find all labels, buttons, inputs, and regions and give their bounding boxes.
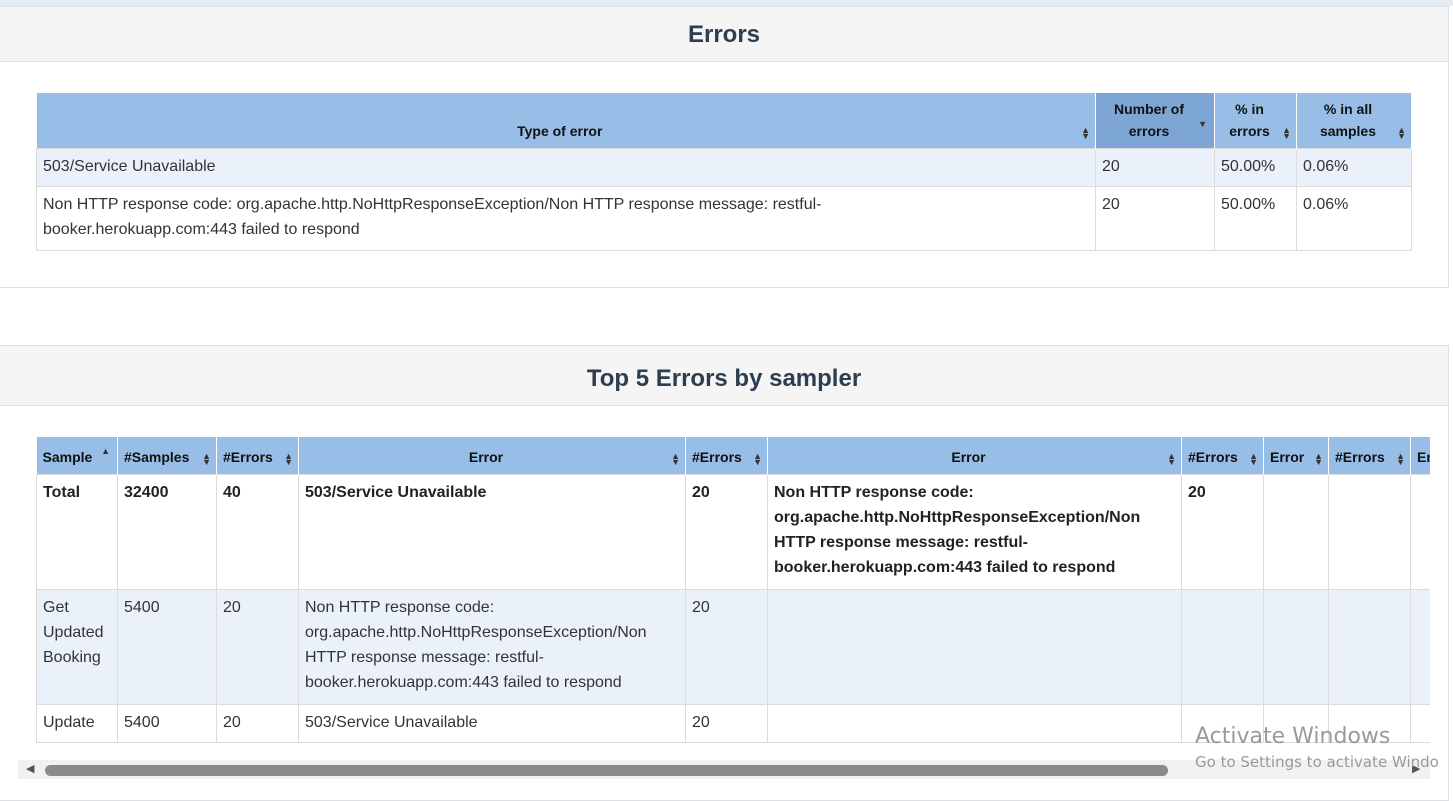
col-error-4[interactable]: Er	[1410, 437, 1430, 474]
sort-icon: ▲ ▼	[671, 450, 680, 467]
error-cell	[1263, 588, 1329, 705]
pct-samples-cell: 0.06%	[1296, 185, 1412, 251]
table-row: Total 32400 40 503/Service Unavailable 2…	[36, 473, 1430, 590]
col-sample[interactable]: Sample ▲	[36, 437, 118, 474]
top5-table-scroll[interactable]: Sample ▲ #Samples ▲ ▼ #Errors ▲ ▼ Error ▲ ▼	[36, 437, 1430, 743]
errors-cell: 40	[216, 473, 299, 590]
col-error-2[interactable]: Error ▲ ▼	[767, 437, 1182, 474]
col-number-of-errors[interactable]: Number of errors ▼	[1095, 93, 1215, 148]
sort-icon: ▲ ▼	[1249, 450, 1258, 467]
col-error-1[interactable]: Error ▲ ▼	[298, 437, 686, 474]
errors-panel-title: Errors	[0, 7, 1448, 62]
errors-table: Type of error ▲ ▼ Number of errors ▼ % in…	[36, 93, 1412, 251]
errors-panel: Errors Type of error ▲ ▼ Number of errors…	[0, 6, 1449, 288]
table-row: Non HTTP response code: org.apache.http.…	[36, 185, 1412, 251]
error-cell: 503/Service Unavailable	[298, 703, 686, 743]
pct-errors-cell: 50.00%	[1214, 185, 1297, 251]
samples-cell: 5400	[117, 588, 217, 705]
sort-icon: ▲ ▼	[1397, 124, 1406, 141]
errors-count-cell: 20	[685, 588, 768, 705]
col-errors-1[interactable]: #Errors ▲ ▼	[685, 437, 768, 474]
error-count-cell: 20	[1095, 185, 1215, 251]
sort-icon: ▲ ▼	[1314, 450, 1323, 467]
errors-count-cell	[1181, 588, 1264, 705]
pct-samples-cell: 0.06%	[1296, 147, 1412, 187]
sort-asc-icon: ▲	[101, 445, 110, 456]
sort-icon: ▲ ▼	[753, 450, 762, 467]
table-row: Get Updated Booking 5400 20 Non HTTP res…	[36, 588, 1430, 705]
error-cell	[767, 588, 1182, 705]
col-type-of-error[interactable]: Type of error ▲ ▼	[36, 93, 1096, 148]
error-cell	[767, 703, 1182, 743]
error-type-cell: 503/Service Unavailable	[36, 147, 1096, 187]
errors-count-cell	[1328, 588, 1411, 705]
col-errors-2[interactable]: #Errors ▲ ▼	[1181, 437, 1264, 474]
error-type-cell: Non HTTP response code: org.apache.http.…	[36, 185, 1096, 251]
col-errors[interactable]: #Errors ▲ ▼	[216, 437, 299, 474]
errors-count-cell	[1328, 473, 1411, 590]
samples-cell: 5400	[117, 703, 217, 743]
col-pct-in-all-samples[interactable]: % in all samples ▲ ▼	[1296, 93, 1412, 148]
pct-errors-cell: 50.00%	[1214, 147, 1297, 187]
scroll-left-arrow-icon[interactable]: ◀	[26, 762, 34, 775]
top5-panel-title: Top 5 Errors by sampler	[0, 346, 1448, 406]
error-cell	[1410, 473, 1430, 590]
errors-count-cell: 20	[1181, 473, 1264, 590]
error-count-cell: 20	[1095, 147, 1215, 187]
watermark-subtitle: Go to Settings to activate Windo	[1195, 753, 1439, 771]
errors-cell: 20	[216, 588, 299, 705]
errors-count-cell: 20	[685, 703, 768, 743]
sample-cell: Get Updated Booking	[36, 588, 118, 705]
samples-cell: 32400	[117, 473, 217, 590]
errors-count-cell: 20	[685, 473, 768, 590]
sample-cell: Total	[36, 473, 118, 590]
sort-icon: ▲ ▼	[284, 450, 293, 467]
watermark-title: Activate Windows	[1195, 724, 1391, 749]
scrollbar-thumb[interactable]	[45, 765, 1168, 776]
error-cell	[1410, 588, 1430, 705]
sort-icon: ▲ ▼	[1396, 450, 1405, 467]
col-pct-in-errors[interactable]: % in errors ▲ ▼	[1214, 93, 1297, 148]
error-cell: 503/Service Unavailable	[298, 473, 686, 590]
sort-icon: ▲ ▼	[1081, 124, 1090, 141]
sample-cell: Update	[36, 703, 118, 743]
error-cell	[1263, 473, 1329, 590]
sort-icon: ▲ ▼	[1282, 124, 1291, 141]
errors-cell: 20	[216, 703, 299, 743]
sort-desc-icon: ▼	[1198, 118, 1207, 129]
col-errors-3[interactable]: #Errors ▲ ▼	[1328, 437, 1411, 474]
top5-table: Sample ▲ #Samples ▲ ▼ #Errors ▲ ▼ Error ▲ ▼	[36, 437, 1430, 743]
error-cell: Non HTTP response code: org.apache.http.…	[767, 473, 1182, 590]
sort-icon: ▲ ▼	[1167, 450, 1176, 467]
error-cell: Non HTTP response code: org.apache.http.…	[298, 588, 686, 705]
sort-icon: ▲ ▼	[202, 450, 211, 467]
table-row: 503/Service Unavailable 20 50.00% 0.06%	[36, 147, 1412, 187]
col-error-3[interactable]: Error ▲ ▼	[1263, 437, 1329, 474]
col-samples[interactable]: #Samples ▲ ▼	[117, 437, 217, 474]
activation-watermark: Activate Windows Go to Settings to activ…	[1195, 724, 1439, 771]
